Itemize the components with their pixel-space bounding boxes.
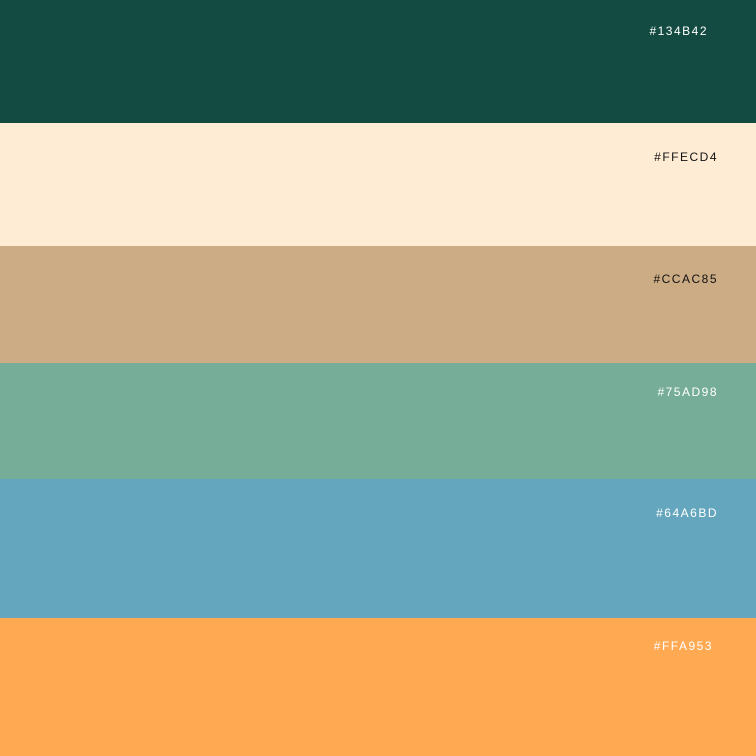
hex-label-1: #134B42 bbox=[649, 24, 708, 38]
color-swatch-5: #64A6BD bbox=[0, 479, 756, 618]
color-swatch-4: #75AD98 bbox=[0, 363, 756, 479]
color-swatch-6: #FFA953 bbox=[0, 618, 756, 756]
hex-label-2: #FFECD4 bbox=[654, 150, 718, 164]
color-swatch-3: #CCAC85 bbox=[0, 246, 756, 363]
hex-label-6: #FFA953 bbox=[653, 639, 713, 653]
color-palette: #134B42 #FFECD4 #CCAC85 #75AD98 #64A6BD … bbox=[0, 0, 756, 756]
hex-label-3: #CCAC85 bbox=[653, 272, 718, 286]
color-swatch-2: #FFECD4 bbox=[0, 123, 756, 246]
hex-label-5: #64A6BD bbox=[656, 506, 718, 520]
hex-label-4: #75AD98 bbox=[657, 385, 718, 399]
color-swatch-1: #134B42 bbox=[0, 0, 756, 123]
